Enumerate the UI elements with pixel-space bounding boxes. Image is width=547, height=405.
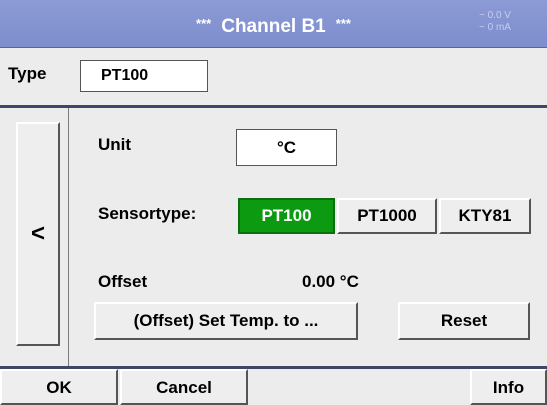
current-reading: ~ 0 mA xyxy=(479,22,511,33)
reset-button[interactable]: Reset xyxy=(398,302,530,340)
cancel-button[interactable]: Cancel xyxy=(120,369,248,405)
unit-label: Unit xyxy=(98,135,132,154)
voltage-reading: ~ 0.0 V xyxy=(479,10,511,21)
signal-readings: ~ 0.0 V ~ 0 mA xyxy=(479,10,539,34)
sensortype-pt1000-button[interactable]: PT1000 xyxy=(337,198,437,234)
sensortype-pt100-button[interactable]: PT100 xyxy=(238,198,335,234)
title-prefix: *** xyxy=(196,16,212,31)
info-button[interactable]: Info xyxy=(470,369,547,405)
offset-label: Offset xyxy=(98,272,148,291)
set-temp-button[interactable]: (Offset) Set Temp. to ... xyxy=(94,302,358,340)
title-suffix: *** xyxy=(335,16,351,31)
channel-title: Channel B1 xyxy=(221,16,326,37)
unit-field[interactable]: °C xyxy=(236,129,337,166)
type-label: Type xyxy=(8,64,47,83)
window-title: *** Channel B1 *** xyxy=(0,0,547,47)
back-button[interactable]: < xyxy=(16,122,60,346)
type-row: Type PT100 xyxy=(0,47,547,105)
settings-panel: < Unit °C Sensortype: PT100 PT1000 KTY81… xyxy=(0,108,547,366)
sensortype-label: Sensortype: xyxy=(98,204,197,223)
sensortype-kty81-button[interactable]: KTY81 xyxy=(439,198,531,234)
bottom-bar: OK Cancel Info xyxy=(0,369,547,405)
offset-value: 0.00 °C xyxy=(302,272,359,291)
ok-button[interactable]: OK xyxy=(0,369,118,405)
type-field[interactable]: PT100 xyxy=(80,60,208,92)
title-bar: *** Channel B1 *** ~ 0.0 V ~ 0 mA xyxy=(0,0,547,47)
vertical-divider xyxy=(68,108,69,366)
